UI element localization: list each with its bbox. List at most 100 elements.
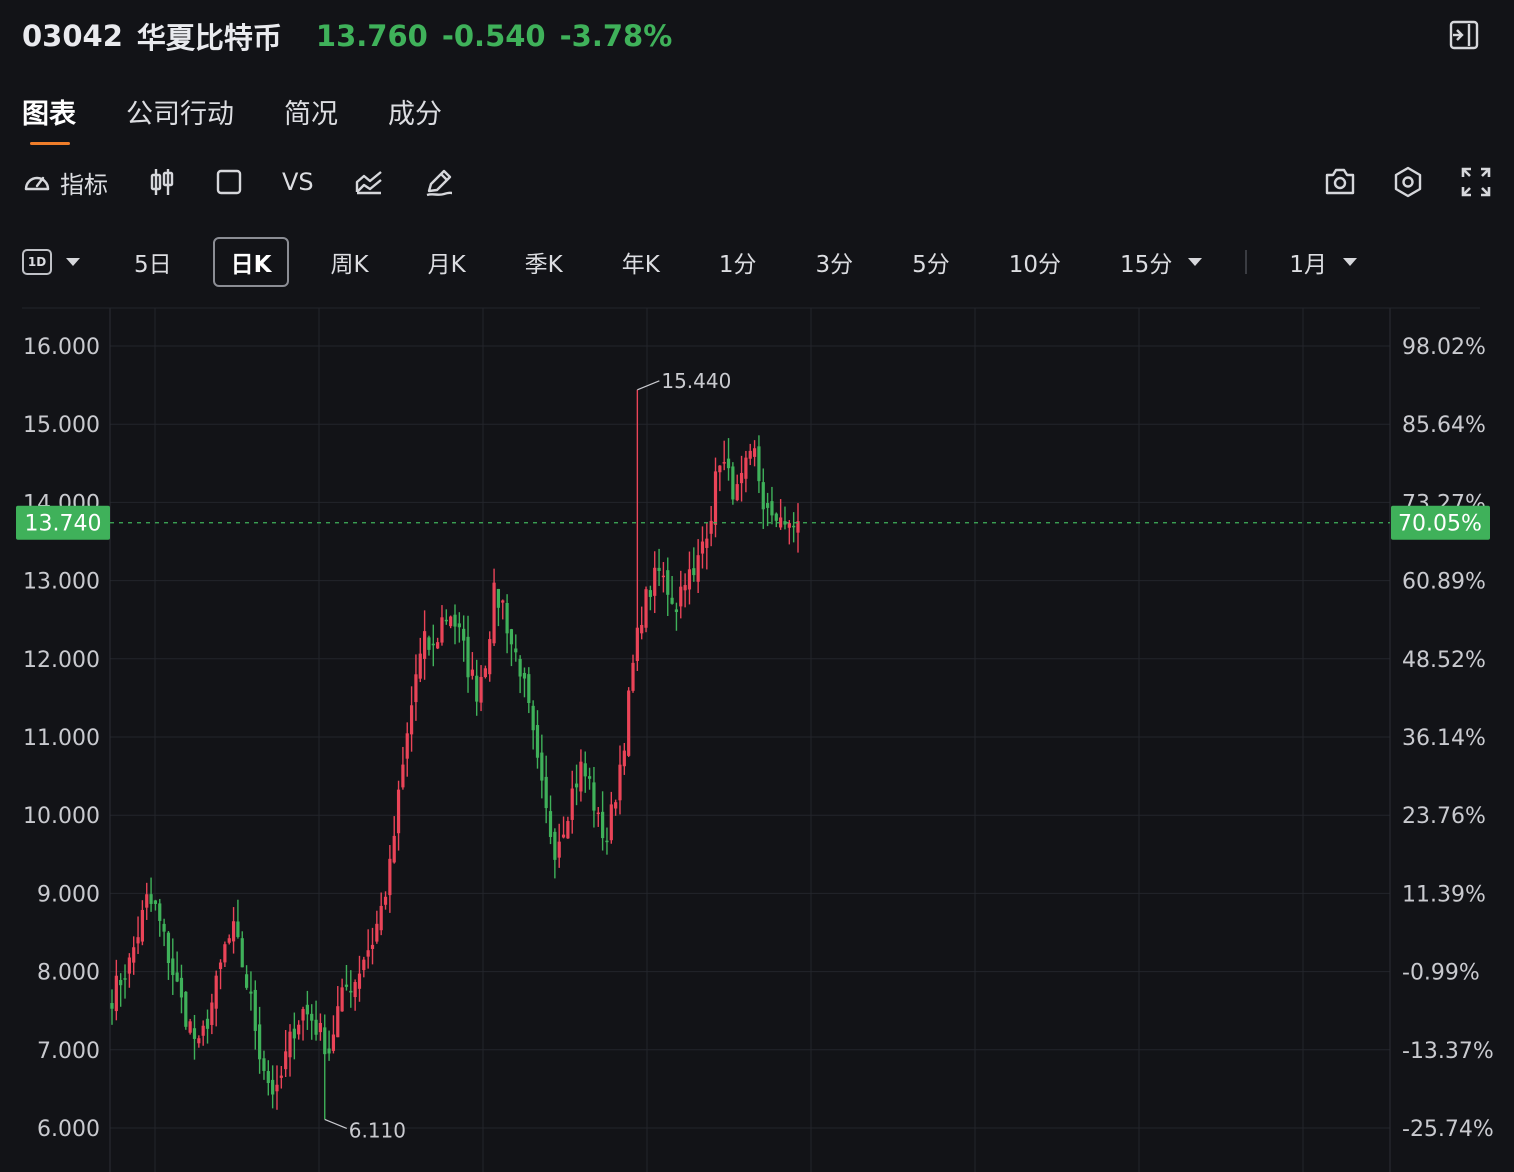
period-1min[interactable]: 1分 xyxy=(701,237,775,287)
y-tick-left: 15.000 xyxy=(23,413,100,438)
candle-body xyxy=(179,977,184,998)
candle-body xyxy=(640,624,644,634)
candle-body xyxy=(705,538,709,548)
square-button[interactable] xyxy=(216,169,242,195)
candle-body xyxy=(787,523,791,528)
candle-body xyxy=(522,672,527,679)
tab-constituents[interactable]: 成分 xyxy=(388,92,442,145)
candle-body xyxy=(757,446,761,482)
candle-body xyxy=(479,676,483,703)
candle-body xyxy=(561,834,566,838)
indicator-button[interactable]: 指标 xyxy=(22,165,108,200)
candle-body xyxy=(205,1018,210,1029)
candle-body xyxy=(653,567,657,596)
period-5min[interactable]: 5分 xyxy=(894,237,968,287)
candle-body xyxy=(366,950,370,957)
candle-body xyxy=(444,619,448,622)
exit-icon[interactable] xyxy=(1448,19,1480,51)
candle-body xyxy=(592,782,596,811)
candle-body xyxy=(301,1009,305,1021)
candle-body xyxy=(731,466,735,500)
draw-button[interactable] xyxy=(424,167,454,197)
camera-icon[interactable] xyxy=(1322,164,1358,200)
candle-body xyxy=(683,585,687,591)
candle-body xyxy=(570,788,574,820)
candle-body xyxy=(709,520,713,534)
chart-type-button[interactable] xyxy=(354,168,384,196)
gauge-icon xyxy=(22,167,52,197)
candle-body xyxy=(679,586,683,607)
y-tick-right: 60.89% xyxy=(1402,570,1486,595)
candle-body xyxy=(231,921,236,942)
candle-body xyxy=(388,858,392,896)
candle-body xyxy=(297,1024,301,1035)
candle-body xyxy=(466,636,470,678)
candle-body xyxy=(713,471,718,525)
period-selector: 1D 5日 日K 周K 月K 季K 年K 1分 3分 5分 10分 15分 1月 xyxy=(22,237,1398,287)
y-tick-right: 85.64% xyxy=(1402,413,1486,438)
candle-body xyxy=(557,841,561,858)
candle-body xyxy=(310,1013,314,1021)
candle-body xyxy=(292,1028,296,1039)
candle-body xyxy=(748,450,752,459)
candle-body xyxy=(449,616,453,627)
period-type-dropdown[interactable]: 1D xyxy=(22,249,80,275)
candle-body xyxy=(774,513,778,521)
candle-body xyxy=(123,978,127,980)
y-tick-right: 36.14% xyxy=(1402,726,1486,751)
candle-body xyxy=(618,764,622,801)
tab-profile[interactable]: 简况 xyxy=(284,92,338,145)
candle-body xyxy=(540,752,544,781)
period-15min-dropdown[interactable]: 15分 xyxy=(1102,237,1220,287)
candle-body xyxy=(149,894,153,904)
candle-body xyxy=(284,1051,288,1070)
period-yearly-k[interactable]: 年K xyxy=(604,237,678,287)
candle-body xyxy=(457,623,461,628)
candle-body xyxy=(744,457,748,479)
period-3min[interactable]: 3分 xyxy=(797,237,871,287)
candle-body xyxy=(370,944,375,949)
candle-body xyxy=(275,1084,279,1092)
candle-body xyxy=(548,811,553,837)
candle-body xyxy=(687,569,692,590)
candle-body xyxy=(110,1003,114,1009)
candle-body xyxy=(414,674,418,703)
tab-chart[interactable]: 图表 xyxy=(22,92,76,145)
period-5d[interactable]: 5日 xyxy=(116,237,190,287)
candle-body xyxy=(496,588,501,608)
chart-actions xyxy=(1322,164,1494,200)
candle-body xyxy=(145,894,149,908)
settings-icon[interactable] xyxy=(1390,164,1426,200)
period-10min[interactable]: 10分 xyxy=(991,237,1079,287)
candle-body xyxy=(614,802,618,809)
period-daily-k[interactable]: 日K xyxy=(212,237,290,287)
candle-body xyxy=(362,959,366,971)
candle-body xyxy=(279,1075,283,1078)
candle-body xyxy=(153,900,158,904)
draw-icon xyxy=(424,167,454,197)
candle-body xyxy=(166,932,171,964)
fullscreen-icon[interactable] xyxy=(1458,164,1494,200)
candle-body xyxy=(609,804,613,841)
tab-corporate-actions[interactable]: 公司行动 xyxy=(126,92,234,145)
candlestick-chart[interactable]: 16.000 98.02%15.000 85.64%14.000 73.27%13.0… xyxy=(0,300,1514,1172)
y-tick-left: 6.000 xyxy=(37,1117,100,1142)
y-tick-left: 10.000 xyxy=(23,804,100,829)
chevron-down-icon xyxy=(1342,258,1357,266)
candle-body xyxy=(492,582,496,644)
candle-body xyxy=(692,568,696,576)
candle-body xyxy=(127,957,131,974)
range-dropdown[interactable]: 1月 xyxy=(1271,237,1375,287)
y-tick-right: -0.99% xyxy=(1402,961,1480,986)
candle-body xyxy=(596,812,600,815)
candlestick-button[interactable] xyxy=(148,167,176,197)
quote-header: 03042 华夏比特币 13.760 -0.540 -3.78% xyxy=(22,14,672,58)
candle-body xyxy=(566,821,570,839)
period-quarterly-k[interactable]: 季K xyxy=(507,237,581,287)
compare-button[interactable]: VS xyxy=(282,168,314,196)
period-monthly-k[interactable]: 月K xyxy=(410,237,484,287)
period-weekly-k[interactable]: 周K xyxy=(312,237,386,287)
min-pointer xyxy=(324,1118,347,1129)
candle-body xyxy=(158,903,162,921)
candle-body xyxy=(427,637,431,650)
